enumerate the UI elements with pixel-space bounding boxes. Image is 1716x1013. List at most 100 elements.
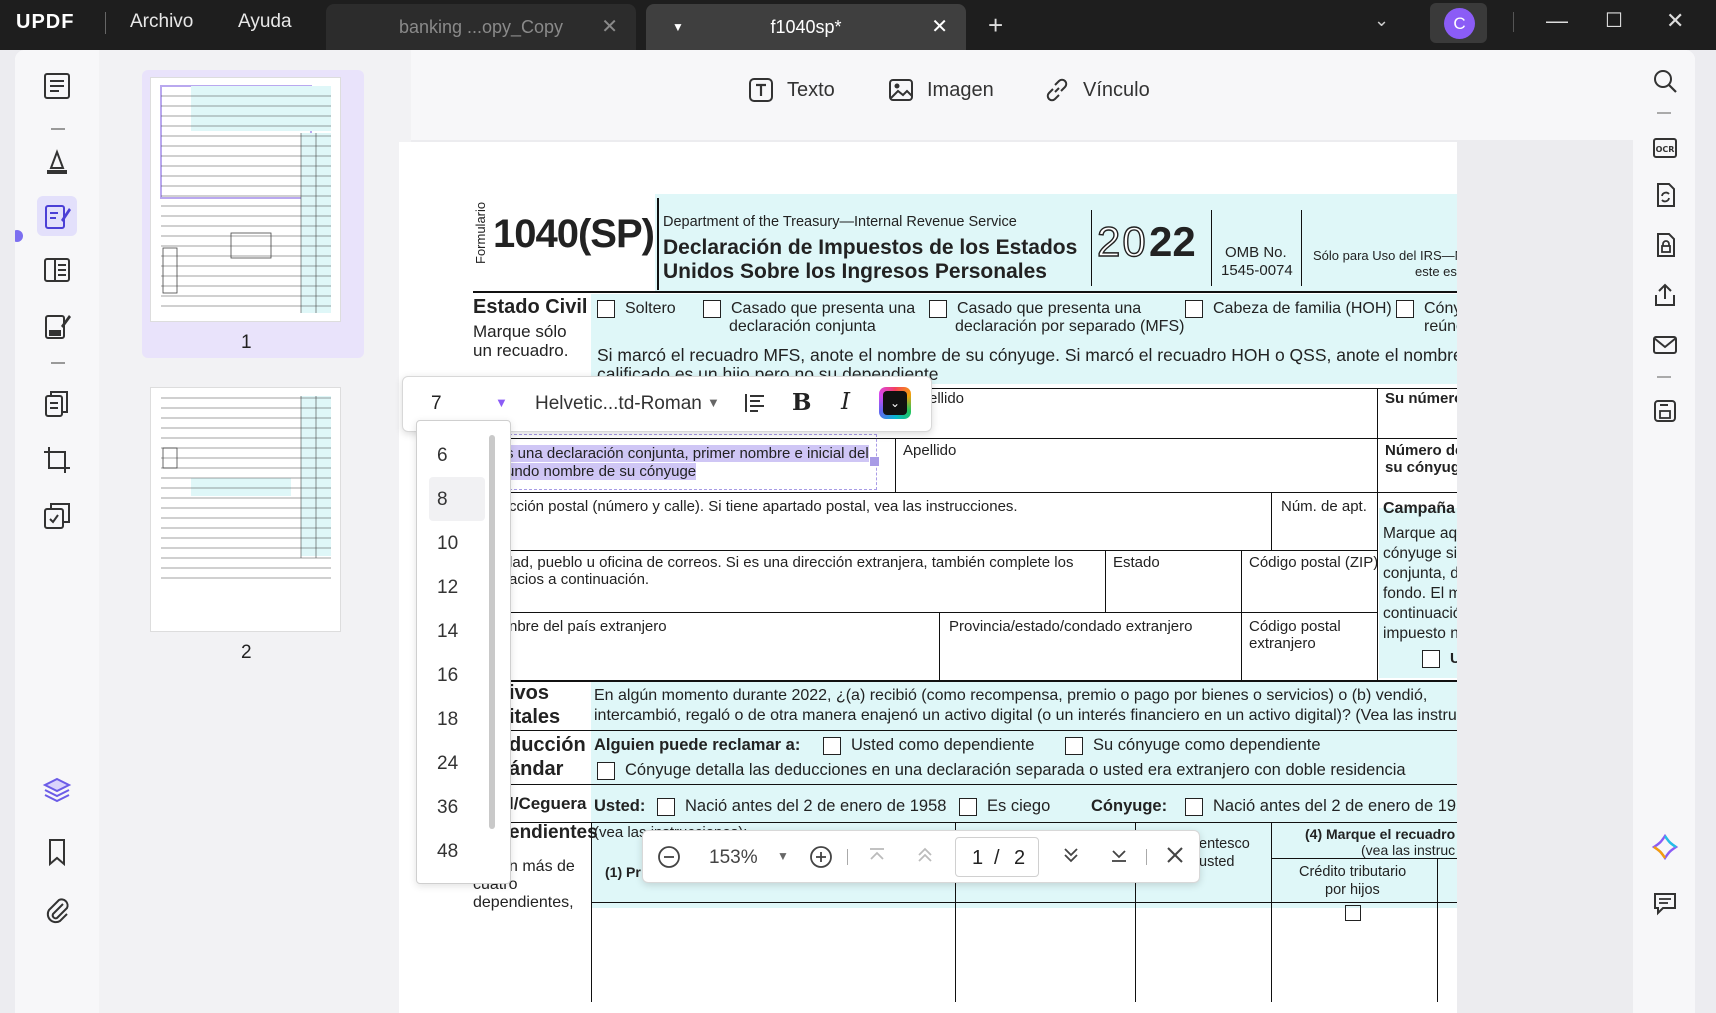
font-size-value[interactable]: 7 [431,393,442,415]
page-thumbnail-1[interactable] [150,77,341,322]
checkbox[interactable] [703,300,721,318]
size-option[interactable]: 6 [437,445,448,467]
next-page-icon[interactable] [1059,843,1083,873]
checkbox[interactable] [597,761,615,780]
checkbox[interactable] [1422,650,1440,669]
text-color-button[interactable]: ⌄ [879,387,911,419]
soltero-option[interactable]: Soltero [597,300,676,318]
checkbox[interactable] [959,797,977,816]
convert-icon[interactable] [1648,178,1682,212]
share-icon[interactable] [1648,278,1682,312]
page-input[interactable]: 1 / 2 [955,837,1039,877]
casado-conjunta-option[interactable]: Casado que presenta una [703,300,915,318]
zoom-out-icon[interactable] [657,845,681,875]
joint-name-line-2[interactable]: undo nombre de su cónyuge [506,463,697,480]
conyuge-option[interactable]: Cóny [1396,300,1457,318]
checkbox[interactable] [1396,300,1414,318]
caret-down-icon[interactable]: ▼ [777,849,789,863]
close-icon[interactable]: ✕ [931,4,948,50]
add-image-button[interactable]: Imagen [887,76,994,104]
size-option[interactable]: 16 [437,665,458,687]
close-icon[interactable] [1163,843,1187,873]
nacio-conyuge-option[interactable]: Nació antes del 2 de enero de 195 [1185,797,1457,816]
zoom-level[interactable]: 153% [709,847,758,869]
font-name-select[interactable]: Helvetic...td-Roman [535,393,702,415]
size-option[interactable]: 8 [437,489,448,511]
protect-icon[interactable] [1648,228,1682,262]
conyuge-dep-option[interactable]: Su cónyuge como dependiente [1065,736,1321,755]
page-thumbnail-2[interactable] [150,387,341,632]
size-option[interactable]: 24 [437,753,458,775]
credito-checkbox[interactable] [1345,905,1361,921]
add-link-label: Vínculo [1083,78,1150,101]
align-left-icon[interactable] [743,391,767,420]
page-layout-icon[interactable] [37,250,77,290]
minimize-icon[interactable]: — [1546,8,1568,34]
add-link-button[interactable]: Vínculo [1043,76,1150,104]
batch-icon[interactable] [37,496,77,536]
size-option[interactable]: 14 [437,621,458,643]
es-ciego-label: Es ciego [987,797,1051,815]
size-option[interactable]: 18 [437,709,458,731]
email-icon[interactable] [1648,328,1682,362]
account-button[interactable]: C [1430,3,1487,43]
nacio-usted-option[interactable]: Nació antes del 2 de enero de 1958 [657,797,946,816]
cabeza-familia-option[interactable]: Cabeza de familia (HOH) [1185,300,1392,318]
usted-dep-option[interactable]: Usted como dependiente [823,736,1034,755]
italic-button[interactable]: I [841,389,850,415]
resize-handle[interactable] [870,457,879,466]
reader-icon[interactable] [37,66,77,106]
comment-icon[interactable] [1648,886,1682,920]
first-page-icon[interactable] [865,843,889,873]
menu-archivo[interactable]: Archivo [130,11,193,33]
checkbox[interactable] [1185,300,1203,318]
checkbox[interactable] [1065,736,1083,755]
prev-page-icon[interactable] [913,843,937,873]
casado-separado-option[interactable]: Casado que presenta una [929,300,1141,318]
crop-icon[interactable] [37,440,77,480]
size-option[interactable]: 12 [437,577,458,599]
close-icon[interactable]: ✕ [601,4,618,50]
new-tab-plus-icon[interactable]: + [988,10,1003,41]
edit-pdf-icon[interactable] [37,196,77,236]
joint-name-line-1[interactable]: s una declaración conjunta, primer nombr… [506,445,869,462]
checkbox[interactable] [1185,797,1203,816]
highlighter-icon[interactable] [37,142,77,182]
u-option[interactable]: U [1422,650,1457,669]
last-page-icon[interactable] [1107,843,1131,873]
size-option[interactable]: 36 [437,797,458,819]
conyuge-detalla-option[interactable]: Cónyuge detalla las deducciones en una d… [597,761,1406,780]
text-edit-box[interactable]: s una declaración conjunta, primer nombr… [499,434,879,490]
chevron-down-icon[interactable]: ⌄ [1374,10,1389,31]
col-1-header: (1) Pr [605,864,641,880]
bookmark-icon[interactable] [37,832,77,872]
maximize-icon[interactable]: ☐ [1605,8,1623,33]
campana-text: Marque aqu cónyuge si conjunta, d fondo.… [1383,524,1457,644]
zoom-in-icon[interactable] [809,845,833,875]
form-edit-icon[interactable] [37,306,77,346]
layers-icon[interactable] [37,770,77,810]
checkbox[interactable] [657,797,675,816]
tab-f1040sp[interactable]: ▼ f1040sp* ✕ [646,4,966,50]
rule [591,902,1457,903]
size-option[interactable]: 48 [437,841,458,863]
search-icon[interactable] [1648,64,1682,98]
add-text-button[interactable]: Texto [747,76,835,104]
save-icon[interactable] [1648,394,1682,428]
menu-ayuda[interactable]: Ayuda [238,11,292,33]
checkbox[interactable] [929,300,947,318]
attachment-icon[interactable] [37,890,77,930]
window-close-icon[interactable]: ✕ [1666,8,1684,34]
caret-down-icon[interactable]: ▼ [495,395,508,410]
bold-button[interactable]: B [792,389,811,416]
organize-pages-icon[interactable] [37,384,77,424]
caret-down-icon[interactable]: ▼ [707,395,720,410]
checkbox[interactable] [597,300,615,318]
checkbox[interactable] [823,736,841,755]
ocr-icon[interactable]: OCR [1648,130,1682,164]
es-ciego-option[interactable]: Es ciego [959,797,1050,816]
ai-assistant-icon[interactable] [1648,830,1682,864]
dropdown-scrollbar[interactable] [489,435,495,829]
size-option[interactable]: 10 [437,533,458,555]
tab-banking[interactable]: banking ...opy_Copy ✕ [326,4,636,50]
